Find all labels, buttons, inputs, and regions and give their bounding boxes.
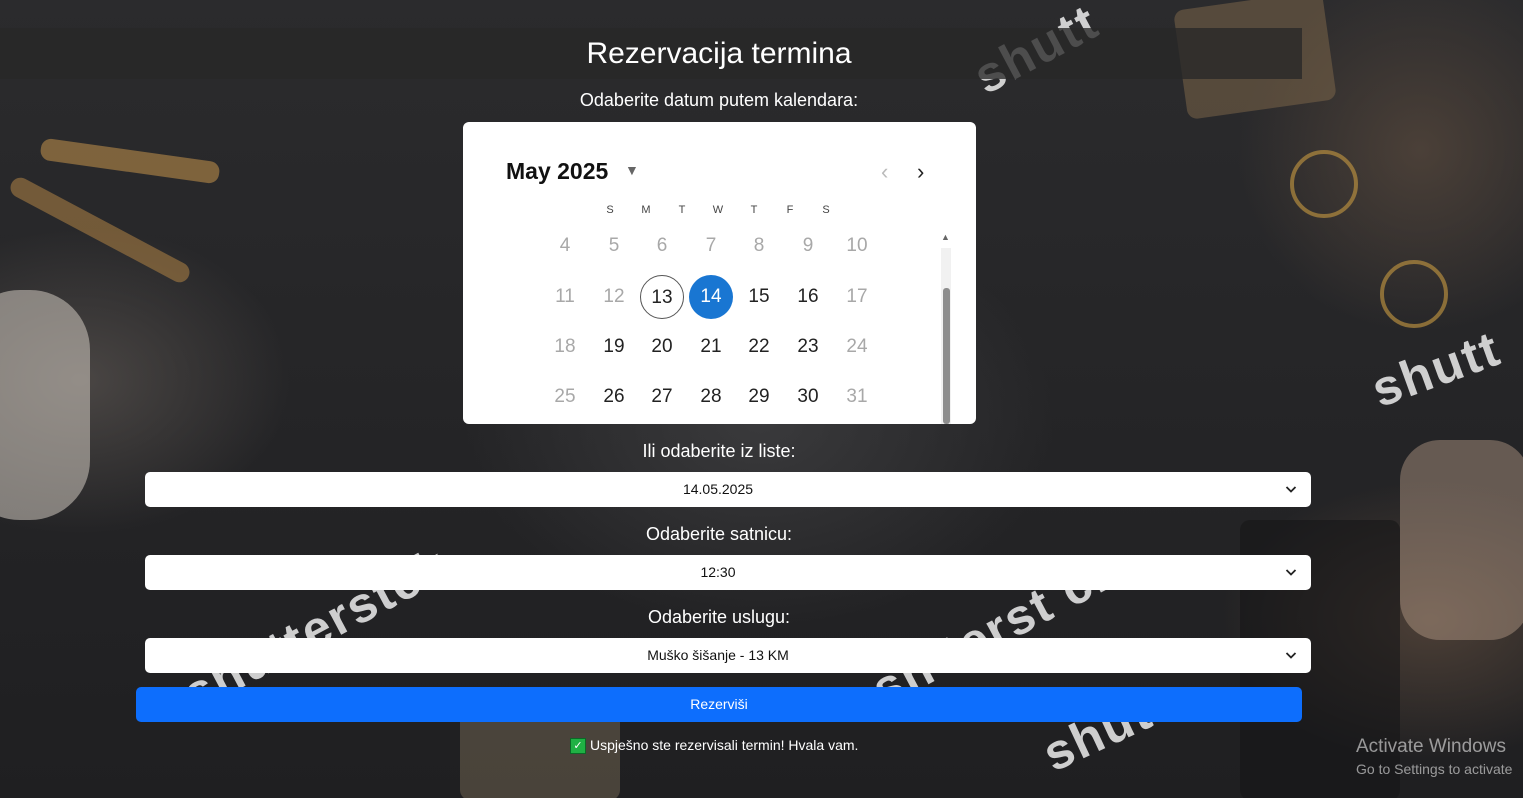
calendar-day[interactable]: 27 bbox=[640, 375, 684, 419]
activate-windows-watermark: Activate Windows Go to Settings to activ… bbox=[1356, 736, 1512, 777]
calendar-day[interactable]: 21 bbox=[689, 325, 733, 369]
chevron-down-icon bbox=[1285, 486, 1297, 493]
page-title: Rezervacija termina bbox=[586, 37, 852, 70]
chevron-down-icon bbox=[1285, 652, 1297, 659]
weekday-header: T bbox=[678, 204, 686, 216]
check-icon: ✓ bbox=[570, 738, 586, 755]
calendar-day: 24 bbox=[846, 336, 868, 357]
calendar-day[interactable]: 22 bbox=[737, 325, 781, 369]
activate-windows-title: Activate Windows bbox=[1356, 736, 1506, 757]
calendar-day[interactable]: 16 bbox=[786, 275, 830, 319]
service-label: Odaberite uslugu: bbox=[647, 607, 791, 627]
weekday-header: W bbox=[712, 204, 724, 216]
calendar-day: 9 bbox=[802, 235, 814, 256]
calendar-widget[interactable]: May 2025 ▼ ‹ › ▲ S M T W T F S 4 5 6 7 8 9 10 11 12 13 14… bbox=[463, 122, 976, 424]
calendar-day[interactable]: 29 bbox=[737, 375, 781, 419]
weekday-header: F bbox=[786, 204, 794, 216]
service-select-value: Muško šišanje - 13 KM bbox=[647, 647, 789, 663]
success-message-text: Uspješno ste rezervisali termin! Hvala v… bbox=[590, 737, 859, 753]
calendar-day: 8 bbox=[753, 235, 765, 256]
calendar-day[interactable]: 15 bbox=[737, 275, 781, 319]
calendar-label: Odaberite datum putem kalendara: bbox=[579, 90, 859, 110]
calendar-day: 17 bbox=[846, 286, 868, 307]
calendar-day: 10 bbox=[846, 235, 868, 256]
calendar-day[interactable]: 28 bbox=[689, 375, 733, 419]
calendar-day[interactable]: 19 bbox=[592, 325, 636, 369]
date-select[interactable]: 14.05.2025 bbox=[145, 472, 1311, 507]
calendar-day: 18 bbox=[554, 336, 576, 357]
weekday-header: T bbox=[750, 204, 758, 216]
calendar-scrollbar-thumb[interactable] bbox=[943, 288, 950, 424]
chevron-down-icon bbox=[1285, 569, 1297, 576]
time-select-value: 12:30 bbox=[700, 564, 736, 580]
calendar-day[interactable]: 30 bbox=[786, 375, 830, 419]
activate-windows-subtitle: Go to Settings to activate bbox=[1356, 761, 1513, 777]
calendar-day[interactable]: 13 bbox=[640, 275, 684, 319]
calendar-day-selected[interactable]: 14 bbox=[689, 275, 733, 319]
date-select-value: 14.05.2025 bbox=[682, 481, 754, 497]
calendar-day: 7 bbox=[705, 235, 717, 256]
previous-month-icon[interactable]: ‹ bbox=[881, 159, 888, 185]
weekday-header: S bbox=[606, 204, 614, 216]
calendar-month-label[interactable]: May 2025 bbox=[506, 158, 608, 185]
calendar-day[interactable]: 20 bbox=[640, 325, 684, 369]
time-select[interactable]: 12:30 bbox=[145, 555, 1311, 590]
scroll-up-icon[interactable]: ▲ bbox=[941, 232, 950, 242]
calendar-day[interactable]: 23 bbox=[786, 325, 830, 369]
calendar-day[interactable]: 26 bbox=[592, 375, 636, 419]
time-label: Odaberite satnicu: bbox=[645, 524, 793, 544]
calendar-day: 4 bbox=[559, 235, 571, 256]
month-dropdown-icon[interactable]: ▼ bbox=[625, 162, 639, 178]
service-select[interactable]: Muško šišanje - 13 KM bbox=[145, 638, 1311, 673]
reserve-button[interactable]: Rezerviši bbox=[136, 687, 1302, 722]
calendar-day: 11 bbox=[555, 286, 575, 307]
weekday-header: M bbox=[641, 204, 651, 216]
calendar-day: 31 bbox=[846, 386, 868, 407]
calendar-day: 5 bbox=[608, 235, 620, 256]
next-month-icon[interactable]: › bbox=[917, 159, 924, 185]
weekday-header: S bbox=[822, 204, 830, 216]
date-list-label: Ili odaberite iz liste: bbox=[642, 441, 796, 461]
calendar-day: 12 bbox=[603, 286, 625, 307]
success-message: ✓ Uspješno ste rezervisali termin! Hvala … bbox=[570, 737, 859, 755]
calendar-day: 25 bbox=[554, 386, 576, 407]
calendar-day: 6 bbox=[656, 235, 668, 256]
